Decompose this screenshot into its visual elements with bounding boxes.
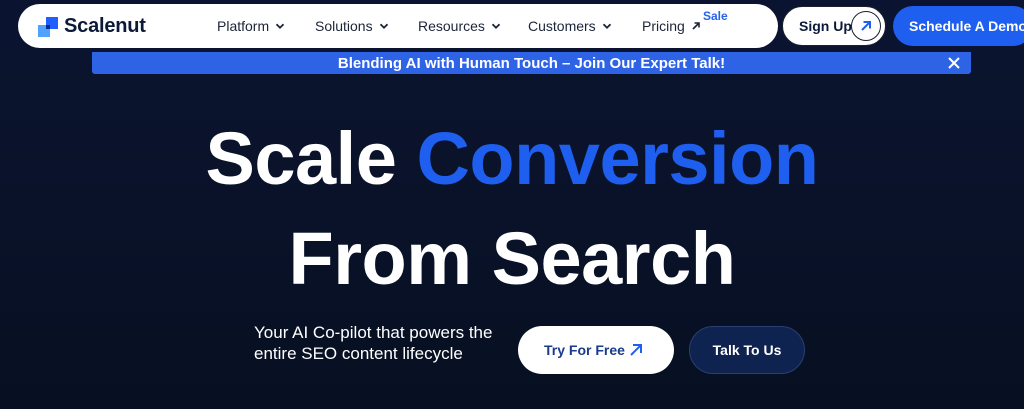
headline-accent: Conversion [416, 117, 819, 200]
chevron-down-icon [379, 23, 388, 29]
nav-item-label: Platform [217, 18, 270, 34]
schedule-demo-label: Schedule A Demo [909, 18, 1024, 34]
nav-item-platform[interactable]: Platform [217, 18, 285, 34]
chevron-down-icon [275, 23, 285, 29]
hero-headline-line2: From Search [288, 217, 736, 300]
arrow-up-right-icon [851, 11, 881, 41]
arrow-up-right-icon [630, 344, 642, 356]
brand-logo[interactable]: Scalenut [38, 15, 146, 38]
try-for-free-label: Try For Free [544, 342, 625, 358]
banner-text: Blending AI with Human Touch – Join Our … [337, 54, 726, 72]
nav-item-label: Solutions [315, 18, 373, 34]
nav-item-resources[interactable]: Resources [418, 18, 501, 34]
scalenut-logo-icon [38, 16, 58, 37]
sign-up-label: Sign Up [799, 18, 852, 34]
hero-headline-line1: Scale Conversion [0, 122, 1024, 196]
talk-to-us-label: Talk To Us [712, 342, 782, 358]
nav-item-pricing[interactable]: Pricing [642, 18, 701, 34]
chevron-down-icon [602, 23, 611, 29]
arrow-up-right-icon [692, 22, 700, 30]
hero-subtitle: Your AI Co-pilot that powers the entire … [254, 323, 493, 363]
talk-to-us-button[interactable]: Talk To Us [689, 326, 805, 374]
try-for-free-button[interactable]: Try For Free [518, 326, 674, 374]
brand-name: Scalenut [64, 15, 146, 37]
schedule-demo-button[interactable]: Schedule A Demo [893, 6, 1024, 46]
nav-item-solutions[interactable]: Solutions [315, 18, 389, 34]
announcement-banner[interactable]: Blending AI with Human Touch – Join Our … [92, 52, 971, 74]
headline-plain: Scale [205, 117, 397, 200]
chevron-down-icon [491, 23, 501, 29]
nav-item-label: Customers [528, 18, 596, 34]
sale-badge[interactable]: Sale [703, 9, 728, 23]
nav-item-label: Pricing [642, 18, 685, 34]
nav-item-customers[interactable]: Customers [528, 18, 612, 34]
sign-up-button[interactable]: Sign Up [782, 6, 886, 46]
close-icon[interactable] [947, 56, 961, 70]
main-navbar: Scalenut Platform Solutions Resources Cu… [18, 4, 778, 48]
nav-item-label: Resources [418, 18, 485, 34]
